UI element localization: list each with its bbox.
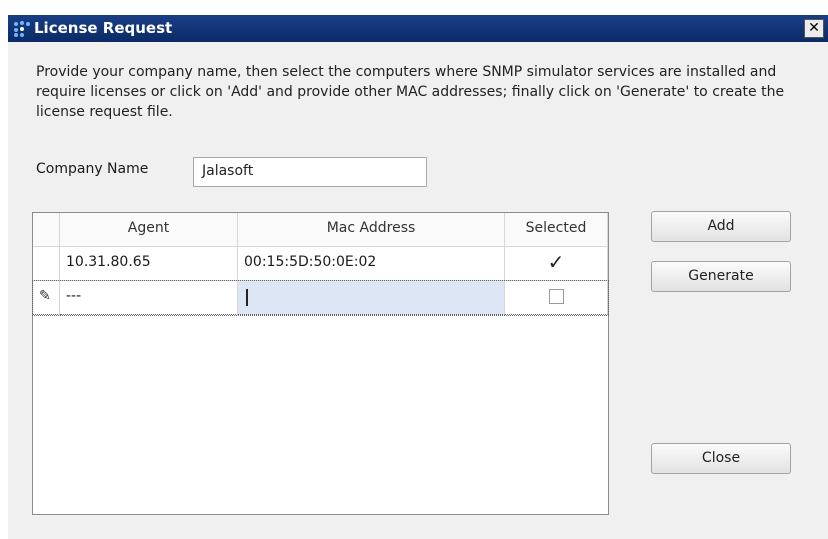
- close-button[interactable]: Close: [651, 443, 791, 474]
- pencil-icon: ✎: [39, 288, 51, 304]
- column-header-mac-address[interactable]: Mac Address: [238, 213, 505, 247]
- grid-header-row: Agent Mac Address Selected: [33, 213, 608, 247]
- row-selector[interactable]: ✎: [33, 281, 60, 315]
- column-header-agent[interactable]: Agent: [60, 213, 238, 247]
- window-left-edge: [0, 15, 8, 539]
- close-icon[interactable]: ✕: [804, 19, 824, 38]
- agent-cell[interactable]: 10.31.80.65: [60, 247, 238, 281]
- company-name-input[interactable]: Jalasoft: [193, 157, 427, 187]
- row-header-corner: [33, 213, 60, 247]
- mac-address-input-cell[interactable]: [238, 281, 505, 315]
- row-selector[interactable]: [33, 247, 60, 281]
- text-caret: [246, 289, 248, 306]
- instructions-text: Provide your company name, then select t…: [36, 64, 785, 120]
- column-header-selected[interactable]: Selected: [505, 213, 608, 247]
- license-app-icon: [14, 21, 30, 37]
- screen-top-strip: [0, 0, 828, 15]
- add-button[interactable]: Add: [651, 211, 791, 242]
- license-request-dialog: License Request ✕ Provide your company n…: [0, 0, 828, 539]
- company-name-label: Company Name: [36, 161, 149, 177]
- title-bar[interactable]: License Request ✕: [8, 15, 828, 42]
- agent-cell[interactable]: ---: [60, 281, 238, 315]
- checkmark-icon[interactable]: ✓: [548, 250, 565, 274]
- mac-address-cell[interactable]: 00:15:5D:50:0E:02: [238, 247, 505, 281]
- agents-grid[interactable]: Agent Mac Address Selected 10.31.80.65 0…: [32, 212, 609, 515]
- table-row[interactable]: 10.31.80.65 00:15:5D:50:0E:02 ✓: [33, 247, 608, 281]
- generate-button[interactable]: Generate: [651, 261, 791, 292]
- window-title: License Request: [34, 19, 173, 37]
- new-table-row[interactable]: ✎ ---: [32, 280, 609, 316]
- selected-cell[interactable]: [505, 281, 608, 315]
- selected-checkbox[interactable]: [548, 289, 564, 304]
- selected-cell[interactable]: ✓: [505, 247, 608, 281]
